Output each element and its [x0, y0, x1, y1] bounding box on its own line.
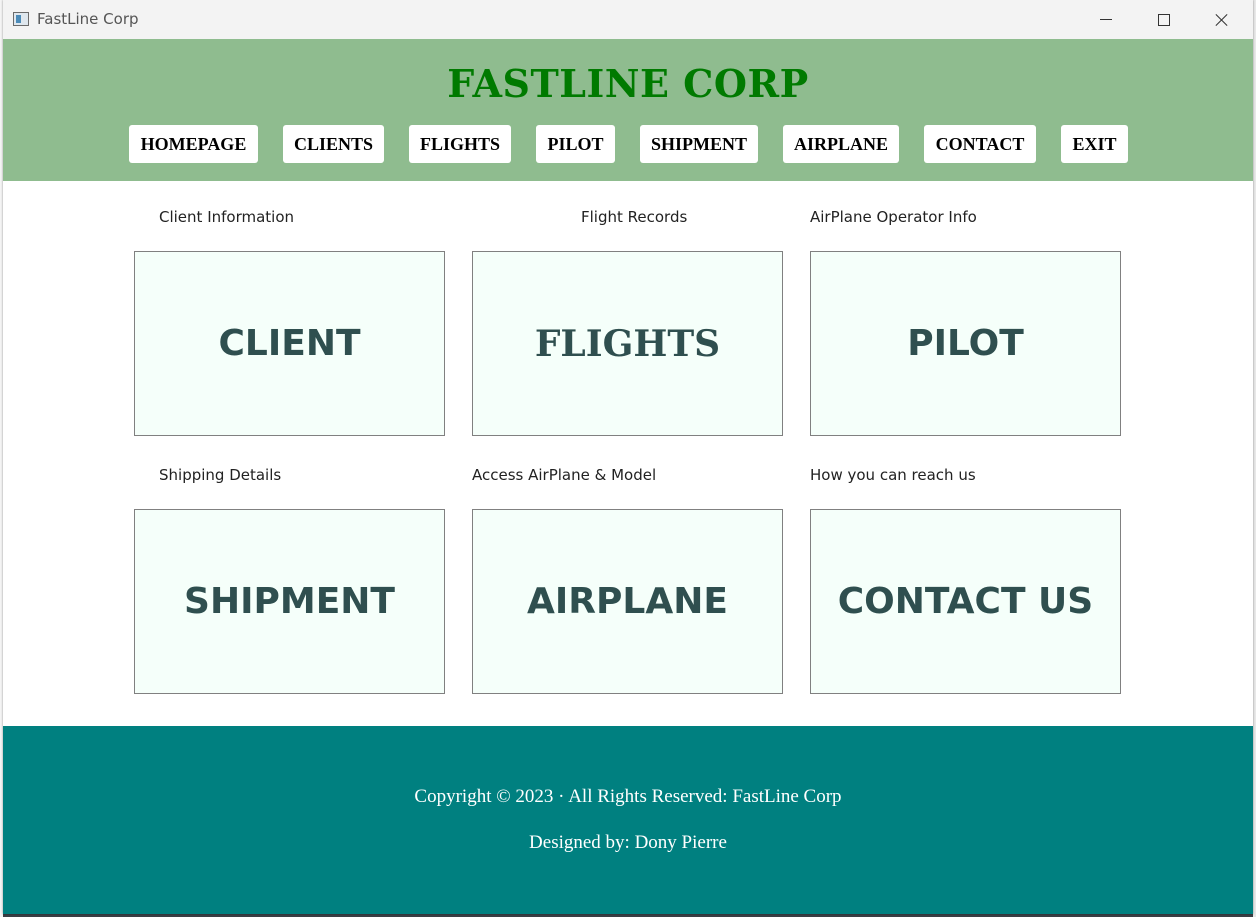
flights-card-label: FLIGHTS: [534, 322, 721, 365]
flights-card-button[interactable]: FLIGHTS: [472, 251, 783, 436]
footer-designer: Designed by: Dony Pierre: [529, 832, 727, 853]
minimize-icon: [1100, 19, 1112, 20]
contact-us-card-label: CONTACT US: [837, 581, 1094, 622]
client-card-label: CLIENT: [218, 323, 361, 364]
nav-clients-button[interactable]: CLIENTS: [283, 125, 384, 163]
window-title: FastLine Corp: [37, 10, 139, 28]
airplane-card-label: AIRPLANE: [527, 581, 728, 622]
header-banner: FASTLINE CORP HOMEPAGE CLIENTS FLIGHTS P…: [3, 39, 1253, 181]
shipment-card-label: SHIPMENT: [184, 581, 395, 622]
caption-flight-records: Flight Records: [581, 208, 688, 226]
nav-contact-button[interactable]: CONTACT: [924, 125, 1036, 163]
airplane-card-button[interactable]: AIRPLANE: [472, 509, 783, 694]
maximize-button[interactable]: [1141, 0, 1187, 39]
caption-access-airplane-model: Access AirPlane & Model: [472, 466, 657, 484]
nav-exit-button[interactable]: EXIT: [1061, 125, 1128, 163]
footer: Copyright © 2023 · All Rights Reserved: …: [3, 726, 1253, 914]
app-window: FastLine Corp FASTLINE CORP HOMEPAGE CLI…: [3, 0, 1253, 914]
nav-flights-button[interactable]: FLIGHTS: [409, 125, 511, 163]
nav-shipment-button[interactable]: SHIPMENT: [640, 125, 758, 163]
nav-airplane-button[interactable]: AIRPLANE: [783, 125, 899, 163]
nav-homepage-button[interactable]: HOMEPAGE: [129, 125, 258, 163]
caption-airplane-operator-info: AirPlane Operator Info: [810, 208, 977, 226]
close-icon: [1215, 13, 1229, 27]
pilot-card-label: PILOT: [907, 323, 1024, 364]
app-window-icon: [13, 12, 29, 26]
client-card-button[interactable]: CLIENT: [134, 251, 445, 436]
title-bar[interactable]: FastLine Corp: [3, 0, 1253, 39]
caption-how-to-reach-us: How you can reach us: [810, 466, 976, 484]
caption-shipping-details: Shipping Details: [159, 466, 282, 484]
close-button[interactable]: [1199, 0, 1245, 39]
nav-pilot-button[interactable]: PILOT: [536, 125, 615, 163]
brand-title: FASTLINE CORP: [447, 61, 809, 106]
caption-client-information: Client Information: [159, 208, 295, 226]
main-content: Client Information Flight Records AirPla…: [3, 181, 1253, 726]
shipment-card-button[interactable]: SHIPMENT: [134, 509, 445, 694]
pilot-card-button[interactable]: PILOT: [810, 251, 1121, 436]
contact-us-card-button[interactable]: CONTACT US: [810, 509, 1121, 694]
maximize-icon: [1158, 13, 1170, 26]
footer-copyright: Copyright © 2023 · All Rights Reserved: …: [414, 786, 842, 807]
minimize-button[interactable]: [1083, 0, 1129, 39]
